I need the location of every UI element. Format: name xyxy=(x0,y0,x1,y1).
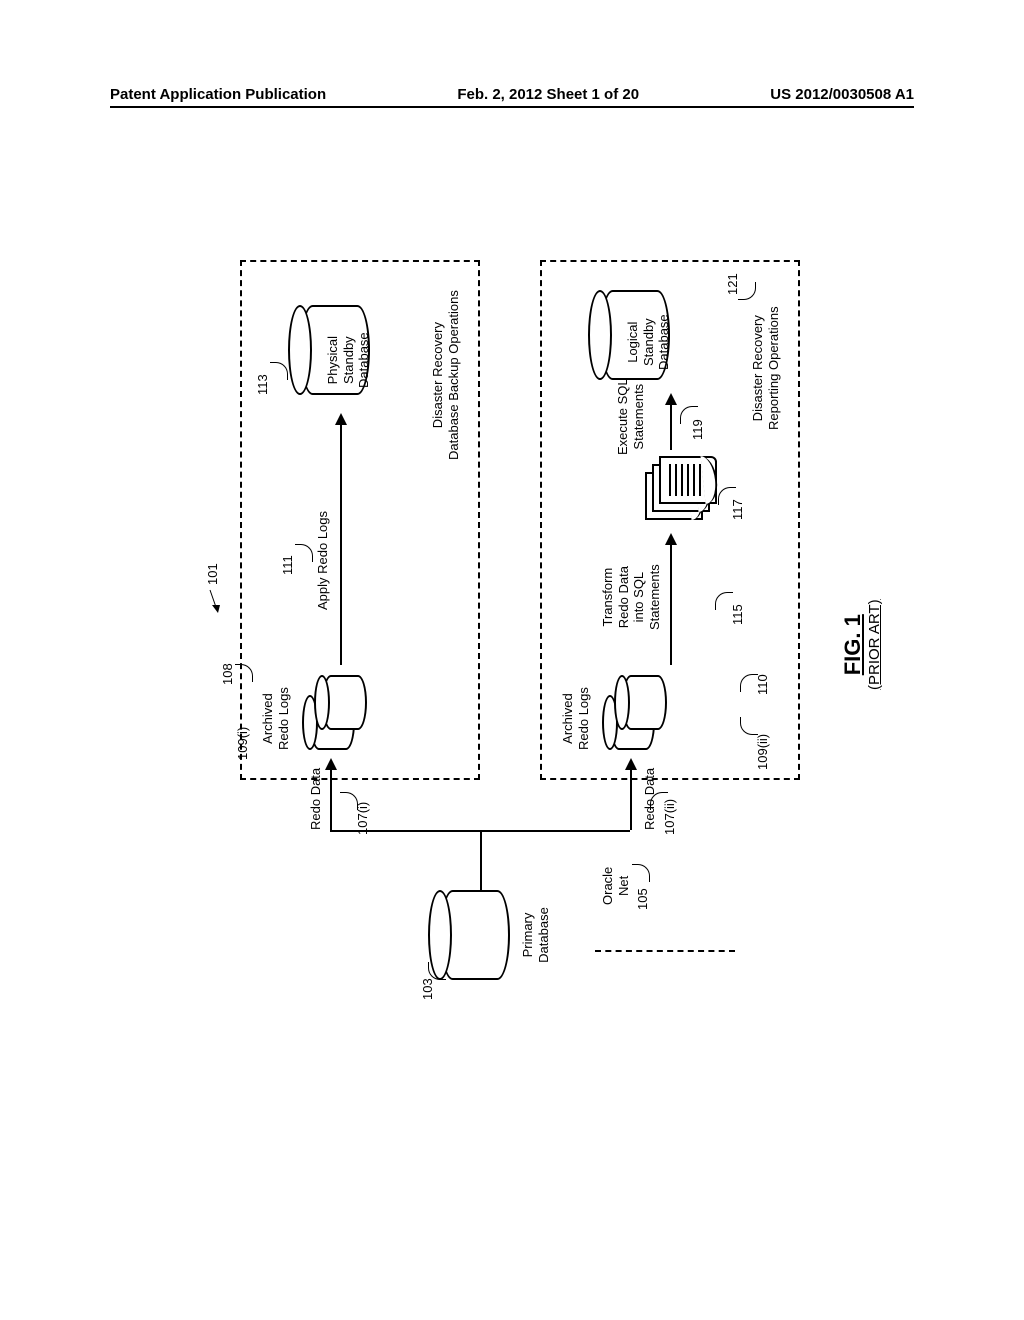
header-left: Patent Application Publication xyxy=(110,86,326,103)
leader-107ii xyxy=(650,792,668,810)
figure-1-diagram: Primary Database 103 Oracle Net 105 Redo… xyxy=(200,230,840,1010)
leader-115 xyxy=(715,592,733,610)
leader-110 xyxy=(740,674,758,692)
apply-redo-label: Apply Redo Logs xyxy=(315,511,331,610)
ref-113: 113 xyxy=(255,374,270,395)
ref-105: 105 xyxy=(635,888,650,910)
page-header: Patent Application Publication Feb. 2, 2… xyxy=(0,86,1024,103)
transform-label: Transform Redo Data into SQL Statements xyxy=(600,564,662,630)
net-hline xyxy=(480,830,482,890)
dr-backup-label: Disaster Recovery Database Backup Operat… xyxy=(430,290,461,460)
execute-sql-label: Execute SQL Statements xyxy=(615,378,646,455)
header-rule xyxy=(110,106,914,108)
net-vline xyxy=(330,830,630,832)
ref-109i: 109(i) xyxy=(235,727,250,760)
physical-standby-label: Physical Standby Database xyxy=(325,332,372,388)
apply-redo-arrow xyxy=(340,415,342,665)
transform-arrow xyxy=(670,535,672,665)
figure-caption: FIG. 1 (PRIOR ART) xyxy=(840,599,883,690)
figure-number: FIG. 1 xyxy=(840,599,866,690)
ref-108: 108 xyxy=(220,663,235,685)
oracle-net-label: Oracle Net xyxy=(600,867,631,905)
rotated-diagram-content: Primary Database 103 Oracle Net 105 Redo… xyxy=(200,230,840,1010)
leader-107i xyxy=(340,792,358,810)
leader-103 xyxy=(428,962,446,980)
ref-109ii: 109(ii) xyxy=(755,734,770,770)
ref-103: 103 xyxy=(420,978,435,1000)
primary-db-label: Primary Database xyxy=(520,900,551,970)
header-center: Feb. 2, 2012 Sheet 1 of 20 xyxy=(457,86,639,103)
dr-reporting-label: Disaster Recovery Reporting Operations xyxy=(750,306,781,430)
ref-101: 101 xyxy=(205,563,220,585)
leader-119 xyxy=(680,406,698,424)
ref-101-arrow xyxy=(202,585,222,615)
leader-105 xyxy=(632,864,650,882)
ref-111: 111 xyxy=(280,555,295,575)
logical-standby-label: Logical Standby Database xyxy=(625,314,672,370)
archived-top-label: Archived Redo Logs xyxy=(260,687,291,750)
archived-bottom-label: Archived Redo Logs xyxy=(560,687,591,750)
leader-117 xyxy=(718,487,736,505)
primary-database-icon xyxy=(440,890,510,980)
header-right: US 2012/0030508 A1 xyxy=(770,86,914,103)
oracle-net-dashed xyxy=(595,950,735,952)
figure-subcaption: (PRIOR ART) xyxy=(866,599,883,690)
execute-arrow xyxy=(670,395,672,450)
